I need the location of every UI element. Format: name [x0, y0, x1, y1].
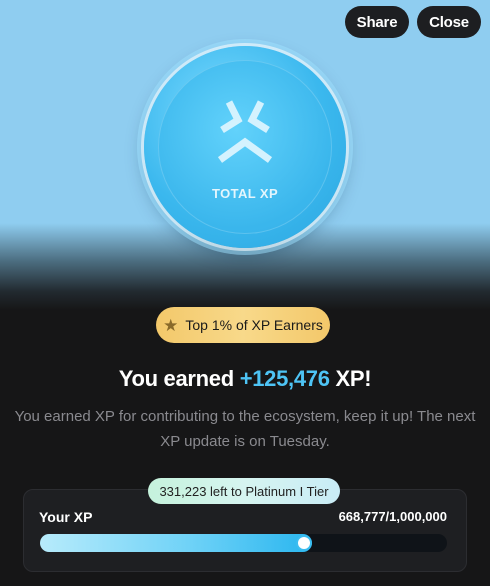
star-icon: ★ — [163, 315, 179, 335]
hero-banner: Share Close TOTAL XP — [0, 0, 490, 310]
coin-face: TOTAL XP — [158, 60, 332, 234]
tier-remaining-pill: 331,223 left to Platinum I Tier — [148, 478, 340, 504]
xp-value-text: 668,777/1,000,000 — [338, 509, 447, 524]
xp-logo-icon — [217, 100, 273, 163]
xp-progress-fill — [40, 534, 312, 552]
share-button[interactable]: Share — [345, 6, 409, 38]
badge-text: Top 1% of XP Earners — [185, 317, 323, 333]
xp-progress-knob — [298, 537, 310, 549]
xp-progress-track — [40, 534, 447, 552]
headline-prefix: You earned — [118, 366, 240, 391]
earned-headline: You earned +125,476 XP! — [0, 366, 490, 392]
close-button[interactable]: Close — [417, 6, 481, 38]
your-xp-label: Your XP — [39, 509, 93, 525]
coin-label: TOTAL XP — [211, 186, 279, 201]
headline-suffix: XP! — [329, 366, 372, 391]
earned-amount: +125,476 — [239, 366, 330, 391]
description-text: You earned XP for contributing to the ec… — [14, 408, 476, 450]
total-xp-coin: TOTAL XP — [144, 46, 346, 248]
top-earners-badge: ★ Top 1% of XP Earners — [156, 307, 330, 343]
